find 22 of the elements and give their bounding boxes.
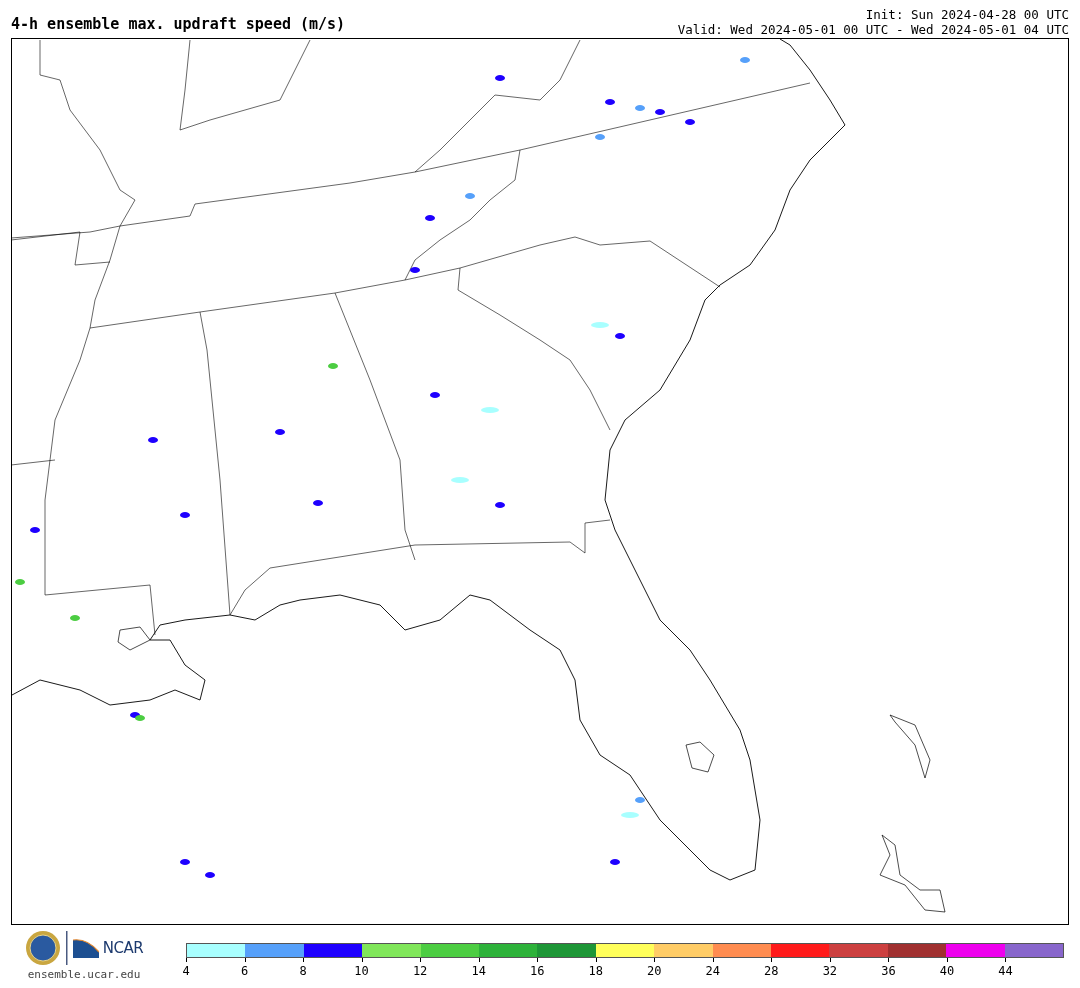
tick-label: 14 — [471, 964, 486, 978]
init-time: Init: Sun 2024-04-28 00 UTC — [865, 7, 1069, 22]
nsf-logo-icon — [24, 930, 61, 966]
tick-label: 4 — [182, 964, 190, 978]
tick-label: 24 — [705, 964, 720, 978]
tick-label: 32 — [822, 964, 838, 978]
tick-label: 8 — [299, 964, 307, 978]
tick-label: 12 — [412, 964, 428, 978]
website-url: ensemble.ucar.edu — [27, 968, 141, 981]
ncar-logo-icon — [72, 938, 99, 958]
ncar-logo-text: NCAR — [102, 939, 144, 957]
tick-label: 18 — [588, 964, 603, 978]
tick-label: 28 — [764, 964, 779, 978]
tick-label: 40 — [939, 964, 955, 978]
chart-title: 4-h ensemble max. updraft speed (m/s) — [11, 15, 346, 35]
tick-label: 10 — [354, 964, 369, 978]
tick-label: 20 — [647, 964, 662, 978]
tick-label: 16 — [529, 964, 545, 978]
tick-label: 36 — [881, 964, 896, 978]
tick-label: 6 — [240, 964, 249, 978]
tick-label: 44 — [998, 964, 1013, 978]
valid-time: Valid: Wed 2024-05-01 00 UTC - Wed 2024-05-01 04 UTC — [677, 22, 1069, 37]
